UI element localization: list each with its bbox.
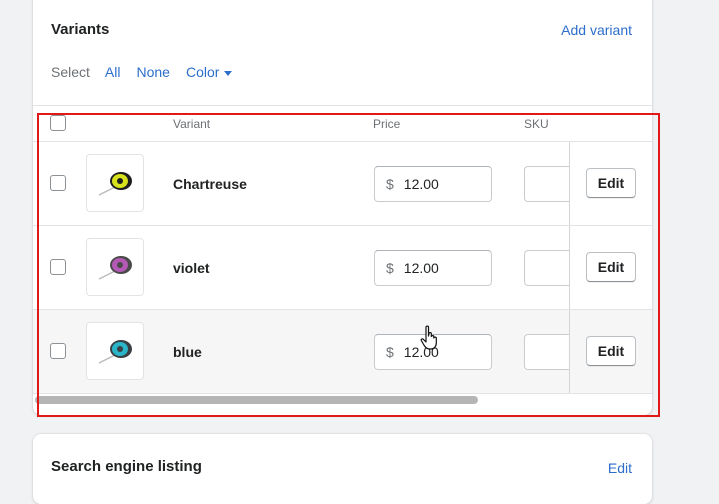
edit-button[interactable]: Edit: [586, 168, 636, 198]
table-row[interactable]: violet $ 12.00 Edit: [33, 226, 652, 310]
leash-thumbnail-icon: [98, 256, 132, 280]
select-row: Select All None Color: [51, 64, 248, 80]
row-checkbox[interactable]: [50, 259, 66, 275]
edit-button[interactable]: Edit: [586, 252, 636, 282]
price-input[interactable]: $ 12.00: [374, 166, 492, 202]
table-row[interactable]: blue $ 12.00 Edit: [33, 310, 652, 394]
currency-symbol: $: [386, 344, 394, 360]
row-checkbox[interactable]: [50, 343, 66, 359]
select-color-dropdown[interactable]: Color: [185, 64, 233, 80]
leash-thumbnail-icon: [98, 340, 132, 364]
variant-thumbnail[interactable]: [86, 154, 144, 212]
variant-name: Chartreuse: [173, 176, 247, 192]
seo-title: Search engine listing: [51, 458, 202, 475]
variant-thumbnail[interactable]: [86, 322, 144, 380]
price-value: 12.00: [403, 260, 439, 276]
currency-symbol: $: [386, 260, 394, 276]
row-checkbox[interactable]: [50, 175, 66, 191]
leash-thumbnail-icon: [98, 172, 132, 196]
price-value: 12.00: [403, 176, 439, 192]
seo-edit-link[interactable]: Edit: [608, 460, 632, 476]
table-header: Variant Price SKU: [33, 106, 652, 142]
price-input[interactable]: $ 12.00: [374, 250, 492, 286]
table-row[interactable]: Chartreuse $ 12.00 Edit: [33, 142, 652, 226]
search-engine-listing-card: Search engine listing Edit: [33, 434, 652, 504]
horizontal-scrollbar[interactable]: [35, 396, 478, 404]
variant-name: blue: [173, 344, 202, 360]
select-all-link[interactable]: All: [105, 64, 121, 80]
edit-button[interactable]: Edit: [586, 336, 636, 366]
variant-thumbnail[interactable]: [86, 238, 144, 296]
currency-symbol: $: [386, 176, 394, 192]
pointer-hand-cursor-icon: [420, 325, 437, 350]
variant-name: violet: [173, 260, 210, 276]
column-header-sku: SKU: [524, 117, 549, 131]
select-all-checkbox[interactable]: [50, 115, 66, 131]
select-none-link[interactable]: None: [136, 64, 169, 80]
caret-down-icon: [224, 70, 233, 76]
variants-card: Variants Add variant Select All None Col…: [33, 0, 652, 415]
select-label: Select: [51, 64, 90, 80]
variants-title: Variants: [51, 21, 110, 38]
add-variant-link[interactable]: Add variant: [561, 22, 632, 38]
select-color-label: Color: [185, 64, 220, 80]
column-header-variant: Variant: [173, 117, 211, 131]
column-header-price: Price: [373, 117, 401, 131]
variants-table: Variant Price SKU Chartreuse $ 12.00 Edi…: [33, 105, 652, 410]
